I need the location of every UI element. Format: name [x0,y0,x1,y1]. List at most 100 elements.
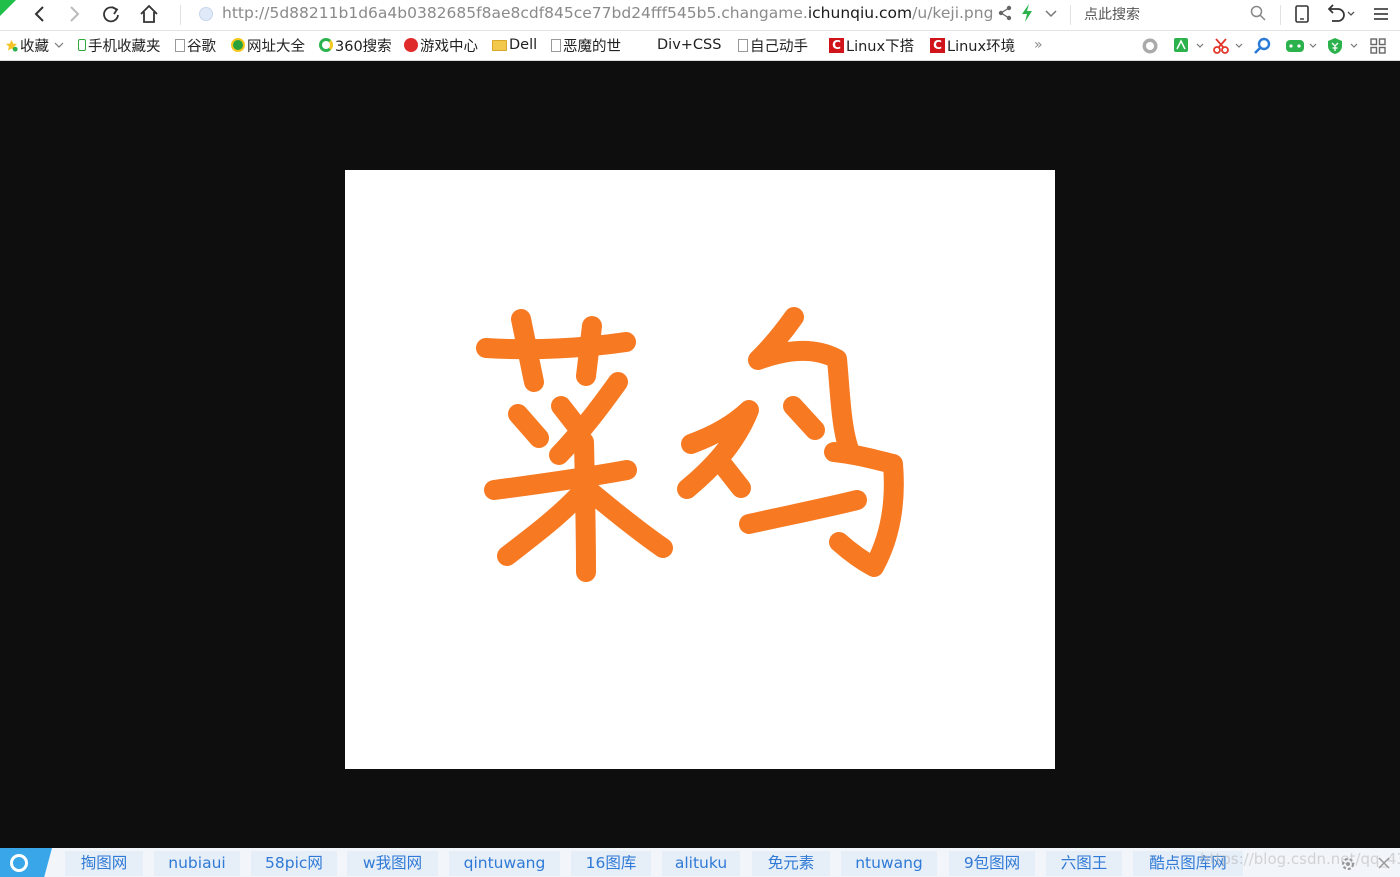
quick-link[interactable]: ntuwang [841,851,937,876]
quick-link[interactable]: w我图网 [347,851,438,876]
quick-link[interactable]: 六图王 [1046,851,1122,876]
page-info-icon[interactable] [199,7,213,21]
page-icon [175,38,185,52]
quick-link[interactable]: alituku [662,851,740,876]
translate-icon[interactable] [1173,37,1207,55]
forward-arrow-icon [70,6,80,22]
reload-icon [103,6,119,23]
chevron-down-icon [54,42,64,48]
speed-mode-icon[interactable] [1020,3,1034,23]
search-ring-icon [10,854,28,872]
bookmark-label: Linux下搭 [846,38,915,55]
bookmark-favorites[interactable]: 收藏 [5,36,64,55]
search-icon[interactable] [1250,5,1266,21]
bookmark-label: 手机收藏夹 [88,38,161,55]
tablet-icon[interactable] [1294,4,1310,24]
ji-lower-stroke [739,490,867,534]
cai-left-fall [497,485,589,566]
handwritten-caiji-text [476,307,904,582]
bookmark-label: 自己动手 [750,38,808,55]
bookmark-label: 网址大全 [247,38,305,55]
screenshot-scissors-icon[interactable] [1213,37,1247,55]
quick-link[interactable]: 58pic网 [251,851,337,876]
close-icon[interactable] [1377,856,1391,870]
bookmark-label: 游戏中心 [420,38,478,55]
csdn-watermark: https://blog.csdn.net/qq_43463158 [1200,850,1400,868]
quick-search-logo[interactable] [0,848,52,877]
quick-link[interactable]: qintuwang [449,851,560,876]
bookmark-label: 360搜索 [335,38,392,55]
chevron-down-icon[interactable] [1044,4,1058,22]
share-icon[interactable] [997,4,1013,22]
quick-link[interactable]: 9包图网 [949,851,1035,876]
cai-top-bar [476,332,636,360]
quick-link[interactable]: 掏图网 [65,851,143,876]
url-prefix: http://5d88211b1d6a4b0382685f8ae8cdf845c… [222,4,808,22]
bookmark-game-center[interactable]: 游戏中心 [404,36,478,55]
bookmark-label: Dell [509,37,538,53]
quick-link[interactable]: 16图库 [571,851,651,876]
ji-inner-dots [783,396,825,440]
bookmark-linux-setup[interactable]: C Linux下搭 [829,36,915,55]
home-button[interactable] [135,0,163,28]
bookmark-diy[interactable]: 自己动手 [738,36,808,55]
cai-grass-right [576,316,602,386]
bookmark-bar: 收藏 手机收藏夹 谷歌 网址大全 360搜索 游戏中心 Dell 恶魔的世 Di… [0,31,1400,61]
bookmarks-more-button[interactable]: » [1034,37,1043,53]
bookmark-linux-env[interactable]: C Linux环境 [930,36,1016,55]
browser-toolbar: http://5d88211b1d6a4b0382685f8ae8cdf845c… [0,0,1400,31]
home-icon [140,4,158,23]
page-icon [551,38,561,52]
site-icon [231,38,245,52]
cai-grass-left [511,309,544,392]
bookmark-360-search[interactable]: 360搜索 [319,36,392,55]
csdn-icon: C [829,37,844,53]
back-arrow-icon [34,6,44,22]
phone-icon [78,39,86,51]
bookmark-mobile-favorites[interactable]: 手机收藏夹 [78,36,161,55]
bookmark-label: Linux环境 [947,38,1016,55]
toolbar-divider [1280,5,1281,25]
magnifier-icon[interactable] [1253,37,1273,55]
bottom-quick-links-bar: 掏图网 nubiaui 58pic网 w我图网 qintuwang 16图库 a… [0,848,1400,877]
record-icon[interactable] [1140,37,1160,55]
cai-right-fall [581,482,673,558]
cai-dot-1 [508,404,549,448]
bookmark-site-directory[interactable]: 网址大全 [231,36,305,55]
quick-link[interactable]: 免元素 [752,851,830,876]
ji-left-fall [709,450,751,498]
forward-button[interactable] [60,0,88,28]
cai-vertical [574,432,596,582]
menu-icon[interactable] [1372,5,1390,23]
bookmark-label: 谷歌 [187,38,216,55]
cai-dot-2 [551,396,585,434]
bookmark-google[interactable]: 谷歌 [175,36,216,55]
search-input[interactable]: 点此搜索 [1084,4,1140,24]
grid-icon [641,39,655,51]
gear-icon[interactable] [1339,855,1357,873]
bookmark-label: 恶魔的世 [563,38,621,55]
toolbar-divider [1070,5,1071,25]
csdn-icon: C [930,37,945,53]
bookmark-label: 收藏 [20,38,49,55]
url-host: ichunqiu.com [807,4,913,22]
folder-icon [492,39,507,51]
search-360-icon [319,38,333,52]
toolbar-divider [180,5,181,25]
apps-grid-icon[interactable] [1369,37,1387,55]
bookmark-folder-dell[interactable]: Dell [492,36,537,54]
image-viewer [0,61,1400,848]
url-suffix: /u/keji.png [912,4,994,22]
bookmark-div-css[interactable]: Div+CSS [641,36,721,54]
star-icon [5,39,18,52]
back-button[interactable] [26,0,54,28]
address-bar[interactable]: http://5d88211b1d6a4b0382685f8ae8cdf845c… [222,4,993,22]
bookmark-demon-world[interactable]: 恶魔的世 [551,36,621,55]
reload-button[interactable] [97,0,125,28]
displayed-image[interactable] [345,170,1055,769]
gamepad-icon[interactable] [1285,37,1321,55]
quick-link[interactable]: nubiaui [154,851,240,876]
undo-close-tab-icon[interactable] [1326,4,1356,24]
shield-icon[interactable] [1326,37,1362,55]
cai-mid-bar [484,460,637,500]
